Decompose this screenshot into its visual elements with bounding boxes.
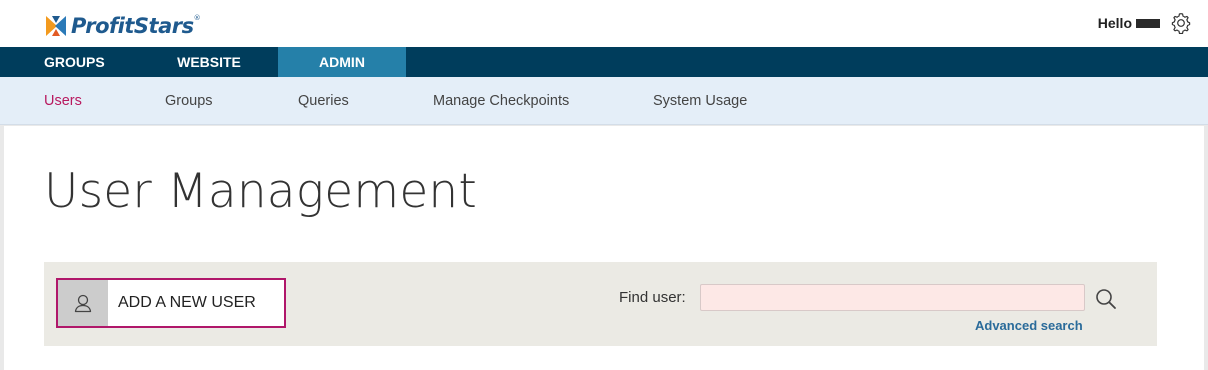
add-user-button[interactable]: ADD A NEW USER	[56, 278, 286, 328]
tab-groups[interactable]: GROUPS	[0, 47, 140, 77]
advanced-search-link[interactable]: Advanced search	[975, 318, 1083, 333]
page-title: User Management	[44, 164, 478, 219]
tab-admin[interactable]: ADMIN	[278, 47, 406, 77]
profitstars-logo[interactable]: ProfitStars®	[44, 13, 201, 39]
top-bar: ProfitStars® Hello	[0, 0, 1208, 47]
subnav-item-users[interactable]: Users	[44, 93, 82, 109]
subnav-item-system-usage[interactable]: System Usage	[653, 93, 747, 109]
search-icon[interactable]	[1094, 287, 1118, 311]
gear-icon[interactable]	[1170, 12, 1192, 34]
user-area: Hello	[1098, 11, 1192, 35]
brand-name: ProfitStars®	[71, 14, 201, 38]
user-icon	[74, 294, 92, 313]
main-content: User Management ADD A NEW USER Find user…	[4, 126, 1204, 370]
find-user-label: Find user:	[619, 289, 686, 306]
greeting: Hello	[1097, 15, 1132, 31]
redacted-username	[1136, 18, 1160, 28]
add-user-label: ADD A NEW USER	[118, 294, 256, 311]
main-nav: GROUPS WEBSITE ADMIN	[0, 47, 1208, 77]
subnav-item-groups[interactable]: Groups	[165, 93, 213, 109]
subnav-item-manage-checkpoints[interactable]: Manage Checkpoints	[433, 93, 569, 109]
logo-mark-icon	[46, 16, 66, 36]
add-user-icon-box	[58, 280, 108, 326]
user-toolbar: ADD A NEW USER Find user: Advanced searc…	[44, 262, 1157, 346]
subnav-item-queries[interactable]: Queries	[298, 93, 349, 109]
tab-website[interactable]: WEBSITE	[140, 47, 278, 77]
find-user-input[interactable]	[700, 284, 1085, 311]
sub-nav: Users Groups Queries Manage Checkpoints …	[0, 77, 1208, 125]
